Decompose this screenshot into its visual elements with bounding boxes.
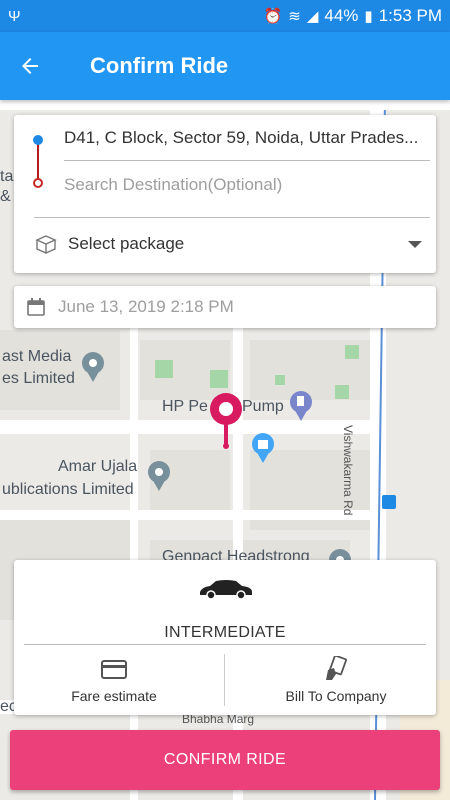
map-label-edge-1: ta xyxy=(0,168,14,185)
dropdown-caret-icon xyxy=(408,240,422,248)
map-label-media-2: es Limited xyxy=(2,370,75,387)
ride-type-label: INTERMEDIATE xyxy=(164,624,286,641)
fare-estimate-button[interactable]: Fare estimate xyxy=(14,656,214,706)
route-line xyxy=(37,139,39,183)
ride-divider xyxy=(24,644,426,645)
usb-icon: Ψ xyxy=(8,7,21,25)
wifi-icon: ≋ xyxy=(288,8,301,25)
confirm-ride-button[interactable]: CONFIRM RIDE xyxy=(10,730,440,790)
back-button[interactable] xyxy=(0,32,60,100)
status-right: ⏰ ≋ ◢ 44% ▮ 1:53 PM xyxy=(264,6,442,26)
fare-estimate-label: Fare estimate xyxy=(71,688,157,704)
option-divider xyxy=(224,654,225,706)
car-icon xyxy=(200,580,252,600)
bill-to-company-label: Bill To Company xyxy=(285,688,387,704)
pickup-address-field[interactable]: D41, C Block, Sector 59, Noida, Uttar Pr… xyxy=(64,125,430,161)
ride-summary-card: INTERMEDIATE Fare estimate Bill To Compa… xyxy=(14,560,436,715)
dropoff-dot-icon xyxy=(33,178,43,188)
battery-icon: ▮ xyxy=(364,8,373,25)
calendar-icon xyxy=(27,298,45,316)
credit-card-icon xyxy=(101,660,127,679)
map-label-road: Vishwakarma Rd xyxy=(341,425,355,516)
destination-search-field[interactable]: Search Destination(Optional) xyxy=(64,171,430,203)
schedule-datetime: June 13, 2019 2:18 PM xyxy=(58,297,234,316)
map-label-amar: Amar Ujala xyxy=(58,458,138,475)
clock: 1:53 PM xyxy=(378,6,442,25)
map-label-hp: HP Pe xyxy=(162,398,208,415)
payment-hand-icon xyxy=(326,656,347,680)
alarm-icon: ⏰ xyxy=(263,8,283,25)
pickup-dot-icon xyxy=(33,135,43,145)
map-label-media: ast Media xyxy=(2,348,72,365)
schedule-date-field[interactable]: June 13, 2019 2:18 PM xyxy=(14,286,436,328)
status-bar: Ψ ⏰ ≋ ◢ 44% ▮ 1:53 PM xyxy=(0,0,450,32)
card-divider xyxy=(34,217,430,218)
map-label-hp-2: Pump xyxy=(242,398,284,415)
bus-stop-icon xyxy=(382,495,396,509)
back-arrow-icon xyxy=(22,58,38,74)
battery-percent: 44% xyxy=(324,6,359,25)
app-bar: Confirm Ride xyxy=(0,32,450,100)
address-card: D41, C Block, Sector 59, Noida, Uttar Pr… xyxy=(14,115,436,273)
signal-icon: ◢ xyxy=(306,8,319,25)
package-box-icon xyxy=(35,235,57,255)
map-label-edge-2: & xyxy=(0,188,11,205)
package-select-label: Select package xyxy=(68,234,185,253)
bill-to-company-button[interactable]: Bill To Company xyxy=(236,656,436,706)
page-title: Confirm Ride xyxy=(90,53,229,78)
package-select[interactable]: Select package xyxy=(34,227,424,261)
map-label-amar-2: ublications Limited xyxy=(2,481,134,498)
